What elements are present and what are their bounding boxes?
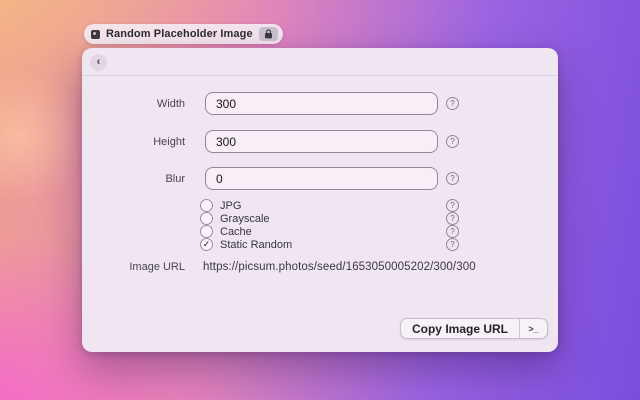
grayscale-checkbox[interactable] <box>200 212 213 225</box>
height-label: Height <box>90 136 185 148</box>
image-icon <box>91 30 100 39</box>
cache-help-icon[interactable]: ? <box>446 225 459 238</box>
window-title: Random Placeholder Image <box>106 28 253 40</box>
image-url-label: Image URL <box>90 261 185 273</box>
blur-help-icon[interactable]: ? <box>446 172 459 185</box>
blur-input[interactable] <box>205 167 438 190</box>
jpg-checkbox[interactable] <box>200 199 213 212</box>
width-help-icon[interactable]: ? <box>446 97 459 110</box>
image-url-value: https://picsum.photos/seed/1653050005202… <box>203 261 476 273</box>
copy-image-url-button[interactable]: Copy Image URL <box>401 319 519 338</box>
app-window: ‹ Width ? Height ? Blur ? JPG ? Grayscal… <box>82 48 558 352</box>
grayscale-checkbox-label: Grayscale <box>220 213 270 225</box>
checkbox-row-jpg: JPG <box>200 199 241 212</box>
checkbox-row-grayscale: Grayscale <box>200 212 270 225</box>
static-random-help-icon[interactable]: ? <box>446 238 459 251</box>
window-header: ‹ <box>82 48 558 76</box>
static-random-checkbox[interactable]: ✓ <box>200 238 213 251</box>
height-input[interactable] <box>205 130 438 153</box>
footer-button-group: Copy Image URL >_ <box>400 318 548 339</box>
width-input[interactable] <box>205 92 438 115</box>
back-button[interactable]: ‹ <box>90 54 107 71</box>
cache-checkbox-label: Cache <box>220 226 252 238</box>
terminal-icon[interactable]: >_ <box>520 319 547 338</box>
checkbox-row-static-random: ✓ Static Random <box>200 238 292 251</box>
jpg-checkbox-label: JPG <box>220 200 241 212</box>
width-label: Width <box>90 98 185 110</box>
grayscale-help-icon[interactable]: ? <box>446 212 459 225</box>
jpg-help-icon[interactable]: ? <box>446 199 459 212</box>
window-title-pill[interactable]: Random Placeholder Image <box>84 24 283 44</box>
cache-checkbox[interactable] <box>200 225 213 238</box>
checkbox-row-cache: Cache <box>200 225 252 238</box>
height-help-icon[interactable]: ? <box>446 135 459 148</box>
blur-label: Blur <box>90 173 185 185</box>
lock-icon <box>259 27 278 41</box>
static-random-checkbox-label: Static Random <box>220 239 292 251</box>
